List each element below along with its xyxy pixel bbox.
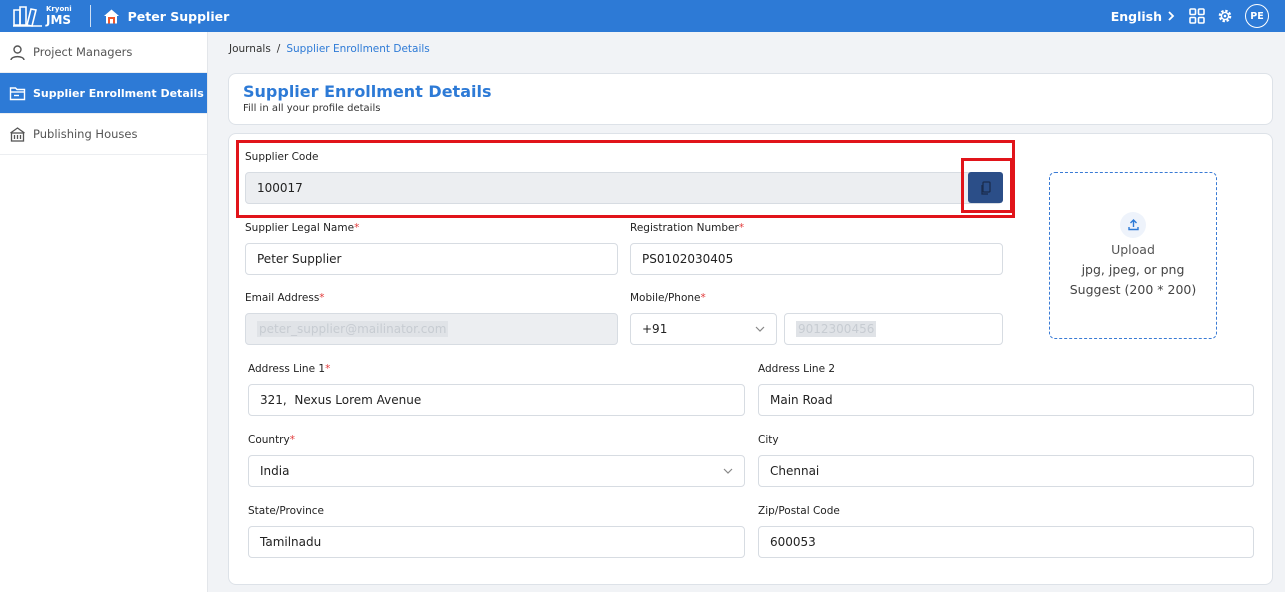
zip-value: 600053 [770, 535, 816, 549]
mobile-number-input[interactable]: 9012300456 [784, 313, 1003, 345]
zip-input[interactable]: 600053 [758, 526, 1254, 558]
top-bar: Kryoni JMS Peter Supplier English PE [0, 0, 1285, 32]
copy-icon [980, 180, 991, 195]
upload-title: Upload [1111, 241, 1155, 257]
registration-number-input[interactable]: PS0102030405 [630, 243, 1003, 275]
zip-label: Zip/Postal Code [758, 505, 840, 517]
address-line-1-label: Address Line 1* [248, 363, 331, 375]
language-selector[interactable]: English [1111, 9, 1175, 24]
registration-number-value: PS0102030405 [642, 252, 734, 266]
country-value: India [260, 464, 290, 478]
supplier-name: Peter Supplier [127, 8, 230, 24]
chevron-right-icon [1168, 11, 1175, 21]
address-line-2-input[interactable]: Main Road [758, 384, 1254, 416]
address-line-1-value: 321, Nexus Lorem Avenue [260, 393, 422, 407]
page-subtitle: Fill in all your profile details [243, 103, 381, 114]
chevron-down-icon [755, 326, 765, 332]
email-field: peter_supplier@mailinator.com [245, 313, 618, 345]
sidebar-item-publishing-houses[interactable]: Publishing Houses [0, 114, 207, 155]
breadcrumb-current: Supplier Enrollment Details [286, 43, 430, 55]
logo-upload-dropzone[interactable]: Upload jpg, jpeg, or png Suggest (200 * … [1049, 172, 1217, 339]
language-label: English [1110, 8, 1162, 24]
upload-icon-wrap [1120, 211, 1146, 238]
city-value: Chennai [770, 464, 820, 478]
breadcrumb-separator: / [276, 43, 281, 55]
gear-icon[interactable] [1217, 8, 1233, 24]
building-icon [10, 126, 25, 142]
upload-size-hint: Suggest (200 * 200) [1069, 281, 1197, 297]
state-label: State/Province [248, 505, 325, 517]
mobile-label: Mobile/Phone* [630, 292, 706, 304]
state-input[interactable]: Tamilnadu [248, 526, 745, 558]
city-input[interactable]: Chennai [758, 455, 1254, 487]
person-icon [10, 44, 25, 60]
address-line-2-label: Address Line 2 [758, 363, 836, 375]
country-code-value: +91 [642, 322, 668, 336]
brand-logo[interactable]: Kryoni JMS [12, 0, 72, 32]
page-title: Supplier Enrollment Details [243, 82, 492, 101]
address-line-2-value: Main Road [770, 393, 833, 407]
topbar-divider [89, 5, 91, 27]
books-logo-icon [13, 6, 42, 27]
sidebar: Project Managers Supplier Enrollment Det… [0, 32, 208, 592]
email-value-blurred: peter_supplier@mailinator.com [257, 321, 449, 337]
country-code-select[interactable]: +91 [630, 313, 777, 345]
city-label: City [758, 434, 779, 446]
upload-file-types: jpg, jpeg, or png [1081, 261, 1185, 277]
sidebar-item-label: Publishing Houses [33, 127, 138, 141]
sidebar-item-project-managers[interactable]: Project Managers [0, 32, 207, 73]
legal-name-input[interactable]: Peter Supplier [245, 243, 618, 275]
sidebar-item-label: Supplier Enrollment Details [33, 86, 204, 100]
state-value: Tamilnadu [260, 535, 322, 549]
chevron-down-icon [723, 468, 733, 474]
breadcrumb: Journals / Supplier Enrollment Details [229, 43, 430, 55]
address-line-1-input[interactable]: 321, Nexus Lorem Avenue [248, 384, 745, 416]
brand-name: JMS [46, 13, 72, 27]
copy-code-button[interactable] [968, 172, 1003, 203]
country-select[interactable]: India [248, 455, 745, 487]
email-label: Email Address* [245, 292, 325, 304]
breadcrumb-root[interactable]: Journals [229, 43, 271, 55]
mobile-value-blurred: 9012300456 [796, 321, 877, 337]
sidebar-item-supplier-enrollment[interactable]: Supplier Enrollment Details [0, 73, 207, 114]
apps-grid-icon[interactable] [1189, 8, 1205, 24]
sidebar-item-label: Project Managers [33, 45, 133, 59]
page-header-card: Supplier Enrollment Details Fill in all … [228, 73, 1273, 125]
upload-icon [1127, 219, 1139, 231]
registration-number-label: Registration Number* [630, 222, 745, 234]
legal-name-label: Supplier Legal Name* [245, 222, 360, 234]
user-avatar[interactable]: PE [1245, 4, 1269, 28]
supplier-code-highlight-box [236, 140, 1015, 218]
country-label: Country* [248, 434, 295, 446]
brand-small-text: Kryoni [46, 5, 72, 13]
home-icon[interactable] [103, 8, 120, 25]
legal-name-value: Peter Supplier [257, 252, 342, 266]
folder-icon [9, 86, 26, 100]
